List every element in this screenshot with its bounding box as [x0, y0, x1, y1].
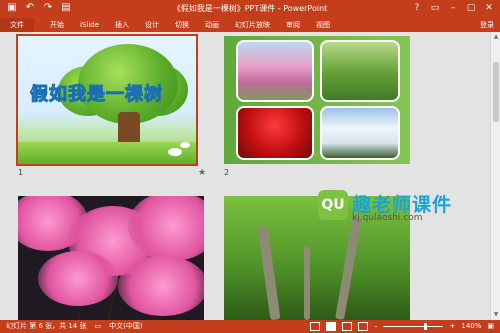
- daisy-flower: [168, 148, 182, 156]
- language-indicator[interactable]: 中文(中国): [109, 320, 142, 333]
- tab-design[interactable]: 设计: [137, 18, 167, 32]
- tab-view[interactable]: 视图: [308, 18, 338, 32]
- ribbon-tabs: 文件 开始 iSlide 插入 设计 切换 动画 幻灯片放映 审阅 视图: [0, 18, 500, 32]
- tab-slideshow[interactable]: 幻灯片放映: [227, 18, 278, 32]
- blossom-cluster: [118, 256, 204, 316]
- fit-to-window-icon[interactable]: ▣: [487, 320, 494, 333]
- normal-view-icon[interactable]: [309, 322, 320, 331]
- help-icon[interactable]: ?: [410, 1, 424, 15]
- watermark-logo: QU: [318, 190, 348, 220]
- title-bar: ▣ ↶ ↷ ▤ 《假如我是一棵树》PPT课件 - PowerPoint ? ▭ …: [0, 0, 500, 18]
- tree-trunk: [257, 225, 281, 320]
- slide-thumbnail-1[interactable]: 假如我是一棵树: [16, 34, 198, 166]
- scroll-down-icon[interactable]: ▼: [491, 310, 500, 320]
- slide-thumbnail-3[interactable]: [18, 196, 204, 320]
- zoom-slider-thumb[interactable]: [424, 323, 428, 330]
- ribbon: 文件 开始 iSlide 插入 设计 切换 动画 幻灯片放映 审阅 视图 登录: [0, 18, 500, 32]
- maximize-icon[interactable]: ▢: [464, 1, 478, 15]
- status-left: 幻灯片 第 6 张，共 14 张 ▭ 中文(中国): [6, 320, 143, 333]
- slide-1-title: 假如我是一棵树: [30, 84, 163, 106]
- watermark-url: kj.qulaoshi.com: [352, 213, 423, 223]
- tab-review[interactable]: 审阅: [278, 18, 308, 32]
- daisy-flower: [180, 142, 190, 148]
- ribbon-display-icon[interactable]: ▭: [428, 1, 442, 15]
- proofing-icon[interactable]: ▭: [95, 320, 102, 333]
- slide-sorter: 假如我是一棵树 1 ★ 2 QU 趣老师课件 kj.qulaoshi.com: [0, 32, 500, 320]
- zoom-level[interactable]: 140%: [461, 320, 481, 333]
- slide-sorter-view-icon[interactable]: [325, 322, 336, 331]
- tab-file[interactable]: 文件: [0, 18, 34, 32]
- tab-islide[interactable]: iSlide: [72, 18, 107, 32]
- tab-animations[interactable]: 动画: [197, 18, 227, 32]
- zoom-slider[interactable]: [383, 323, 444, 330]
- zoom-in-icon[interactable]: +: [449, 320, 455, 333]
- minimize-icon[interactable]: –: [446, 1, 460, 15]
- green-tree-photo: [320, 40, 400, 102]
- blossom-cluster: [38, 251, 118, 306]
- scroll-up-icon[interactable]: ▲: [491, 32, 500, 42]
- status-bar: 幻灯片 第 6 张，共 14 张 ▭ 中文(中国) – + 140% ▣: [0, 320, 500, 333]
- vertical-scrollbar[interactable]: ▲ ▼: [490, 32, 500, 320]
- status-right: – + 140% ▣: [309, 320, 494, 333]
- tab-insert[interactable]: 插入: [107, 18, 137, 32]
- tree-trunk: [304, 246, 310, 320]
- slide-number-1: 1: [18, 168, 24, 177]
- animation-star-icon[interactable]: ★: [198, 168, 206, 178]
- tree-trunk: [335, 216, 362, 320]
- tab-home[interactable]: 开始: [42, 18, 72, 32]
- snow-tree-photo: [320, 106, 400, 160]
- window-controls: ? ▭ – ▢ ✕: [410, 1, 496, 15]
- peach-blossom-photo: [236, 40, 314, 102]
- red-tree-photo: [236, 106, 314, 160]
- close-icon[interactable]: ✕: [482, 1, 496, 15]
- reading-view-icon[interactable]: [341, 322, 352, 331]
- tab-transitions[interactable]: 切换: [167, 18, 197, 32]
- slideshow-view-icon[interactable]: [357, 322, 368, 331]
- watermark: QU 趣老师课件 kj.qulaoshi.com: [318, 190, 498, 230]
- slide-counter: 幻灯片 第 6 张，共 14 张: [6, 322, 87, 330]
- slide-thumbnail-2[interactable]: [224, 36, 410, 164]
- zoom-out-icon[interactable]: –: [374, 320, 378, 333]
- scroll-thumb[interactable]: [493, 62, 499, 122]
- slide-number-2: 2: [224, 168, 230, 177]
- login-link[interactable]: 登录: [480, 18, 494, 32]
